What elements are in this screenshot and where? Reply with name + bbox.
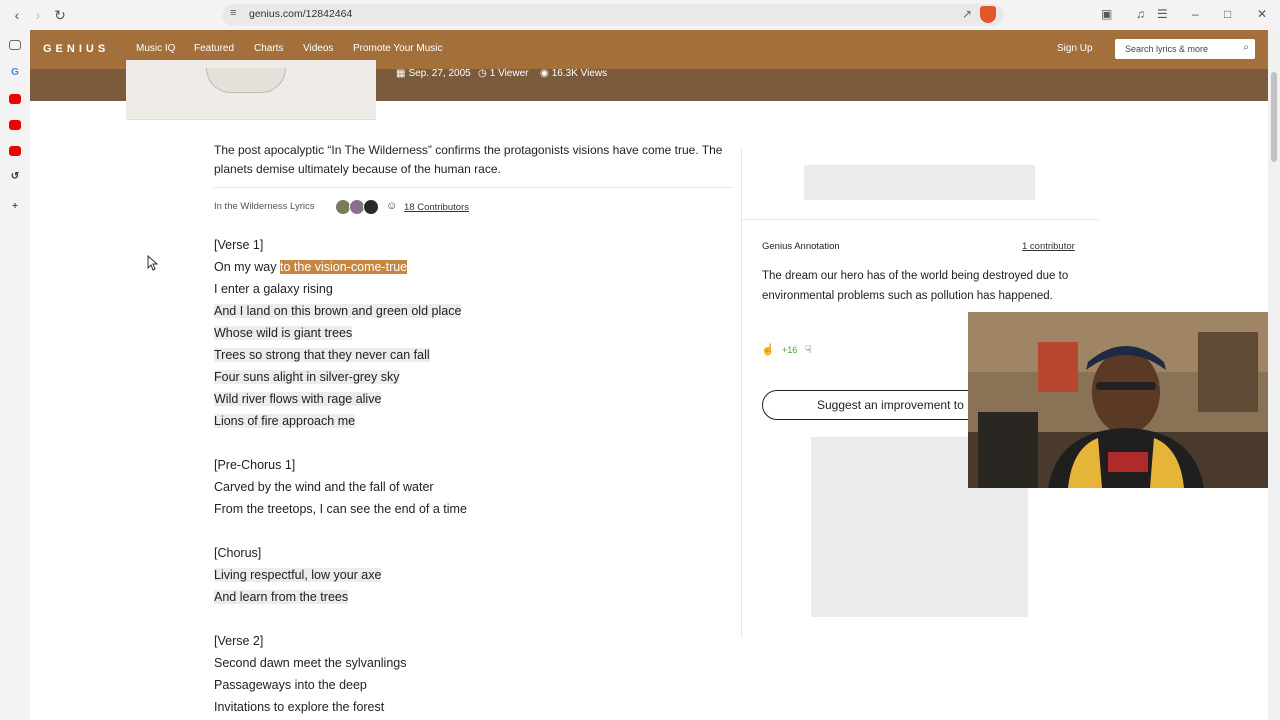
nav-charts[interactable]: Charts (254, 43, 283, 54)
thumbs-up-icon[interactable]: ☝ (761, 343, 775, 356)
release-date: ▦ Sep. 27, 2005 (396, 68, 471, 79)
lyric-line: Invitations to explore the forest (214, 700, 385, 714)
annotation-label: Genius Annotation (762, 241, 840, 252)
lyric-line: Passageways into the deep (214, 678, 367, 692)
url-text[interactable]: genius.com/12842464 (249, 8, 352, 20)
section-tag: [Pre-Chorus 1] (214, 458, 296, 472)
media-icon[interactable]: ♫ (1136, 7, 1145, 21)
annotated-lyric[interactable]: Lions of fire approach me (214, 414, 356, 428)
annotation-contributor-link[interactable]: 1 contributor (1022, 241, 1075, 252)
divider (742, 219, 1098, 220)
contributors-icon: ☺ (386, 200, 398, 212)
divider (214, 187, 732, 188)
search-placeholder: Search lyrics & more (1125, 44, 1209, 54)
scrollbar[interactable] (1268, 30, 1280, 720)
search-input[interactable]: Search lyrics & more ⌕ (1115, 39, 1255, 59)
annotated-lyric[interactable]: Four suns alight in silver-grey sky (214, 370, 400, 384)
annotated-lyric[interactable]: Whose wild is giant trees (214, 326, 353, 340)
lyric-line: From the treetops, I can see the end of … (214, 502, 467, 516)
lyrics-title: In the Wilderness Lyrics (214, 201, 315, 212)
webcam-overlay (968, 312, 1280, 488)
annotation-text: The dream our hero has of the world bein… (762, 270, 1069, 302)
section-tag: [Verse 2] (214, 634, 264, 648)
youtube-icon[interactable] (9, 94, 21, 104)
webcam-image (968, 312, 1280, 488)
forward-icon[interactable]: › (29, 6, 47, 24)
maximize-icon[interactable]: □ (1224, 7, 1231, 21)
close-icon[interactable]: ✕ (1257, 7, 1267, 21)
brave-shield-icon[interactable] (980, 6, 996, 23)
view-count: ◉ 16.3K Views (540, 68, 608, 79)
sign-up-link[interactable]: Sign Up (1057, 43, 1093, 54)
mouse-cursor-icon (147, 255, 159, 271)
lyric-line: I enter a galaxy rising (214, 282, 333, 296)
back-icon[interactable]: ‹ (8, 6, 26, 24)
song-about: The post apocalyptic “In The Wilderness”… (214, 143, 723, 176)
lyric-line: On my way (214, 260, 280, 274)
section-tag: [Chorus] (214, 546, 262, 560)
thumbs-down-icon[interactable]: ☟ (805, 343, 812, 356)
nav-featured[interactable]: Featured (194, 43, 234, 54)
lyric-line: Second dawn meet the sylvanlings (214, 656, 407, 670)
youtube-icon[interactable] (9, 120, 21, 130)
nav-music-iq[interactable]: Music IQ (136, 43, 175, 54)
album-art[interactable] (126, 60, 376, 120)
annotated-lyric[interactable]: And I land on this brown and green old p… (214, 304, 462, 318)
annotated-lyric[interactable]: Living respectful, low your axe (214, 568, 382, 582)
genius-logo[interactable]: GENIUS (43, 43, 109, 55)
lyric-line: Carved by the wind and the fall of water (214, 480, 434, 494)
search-icon[interactable]: ⌕ (1243, 42, 1249, 53)
ad-placeholder (804, 165, 1035, 200)
share-icon[interactable]: ↗ (962, 7, 972, 21)
google-icon[interactable]: G (9, 68, 21, 78)
column-divider (741, 148, 742, 638)
menu-icon[interactable]: ☰ (1157, 7, 1168, 21)
minimize-icon[interactable]: – (1192, 7, 1199, 21)
annotated-lyric[interactable]: And learn from the trees (214, 590, 349, 604)
browser-toolbar: ‹ › ↻ ≡ genius.com/12842464 ↗ ▣ ♫ ☰ – □ … (0, 0, 1280, 30)
suggest-improvement-label: Suggest an improvement to (817, 398, 964, 412)
calendar-icon: ▦ (396, 68, 406, 79)
address-bar[interactable]: ≡ genius.com/12842464 ↗ (222, 4, 1004, 26)
nav-videos[interactable]: Videos (303, 43, 333, 54)
add-icon[interactable]: + (9, 202, 21, 212)
eye-icon: ◉ (540, 68, 549, 79)
lyrics-body: [Verse 1] On my way to the vision-come-t… (214, 234, 734, 718)
annotated-lyric[interactable]: Wild river flows with rage alive (214, 392, 382, 406)
site-info-icon[interactable]: ≡ (230, 7, 236, 19)
scrollbar-thumb[interactable] (1271, 72, 1277, 162)
history-icon[interactable]: ↺ (9, 172, 21, 182)
selected-lyric[interactable]: to the vision-come-true (280, 260, 408, 274)
section-tag: [Verse 1] (214, 238, 264, 252)
youtube-icon[interactable] (9, 146, 21, 156)
reload-icon[interactable]: ↻ (51, 6, 69, 24)
vote-count: +16 (782, 345, 798, 355)
clock-icon: ◷ (478, 68, 487, 79)
nav-promote[interactable]: Promote Your Music (353, 43, 443, 54)
contributors-link[interactable]: 18 Contributors (404, 202, 469, 213)
annotated-lyric[interactable]: Trees so strong that they never can fall (214, 348, 430, 362)
album-art-shape (206, 68, 286, 93)
panel-icon[interactable] (9, 40, 21, 50)
viewer-count: ◷ 1 Viewer (478, 68, 529, 79)
avatar[interactable] (363, 199, 379, 215)
sidebar-toggle-icon[interactable]: ▣ (1101, 7, 1112, 21)
browser-sidebar: G ↺ + (0, 30, 30, 720)
